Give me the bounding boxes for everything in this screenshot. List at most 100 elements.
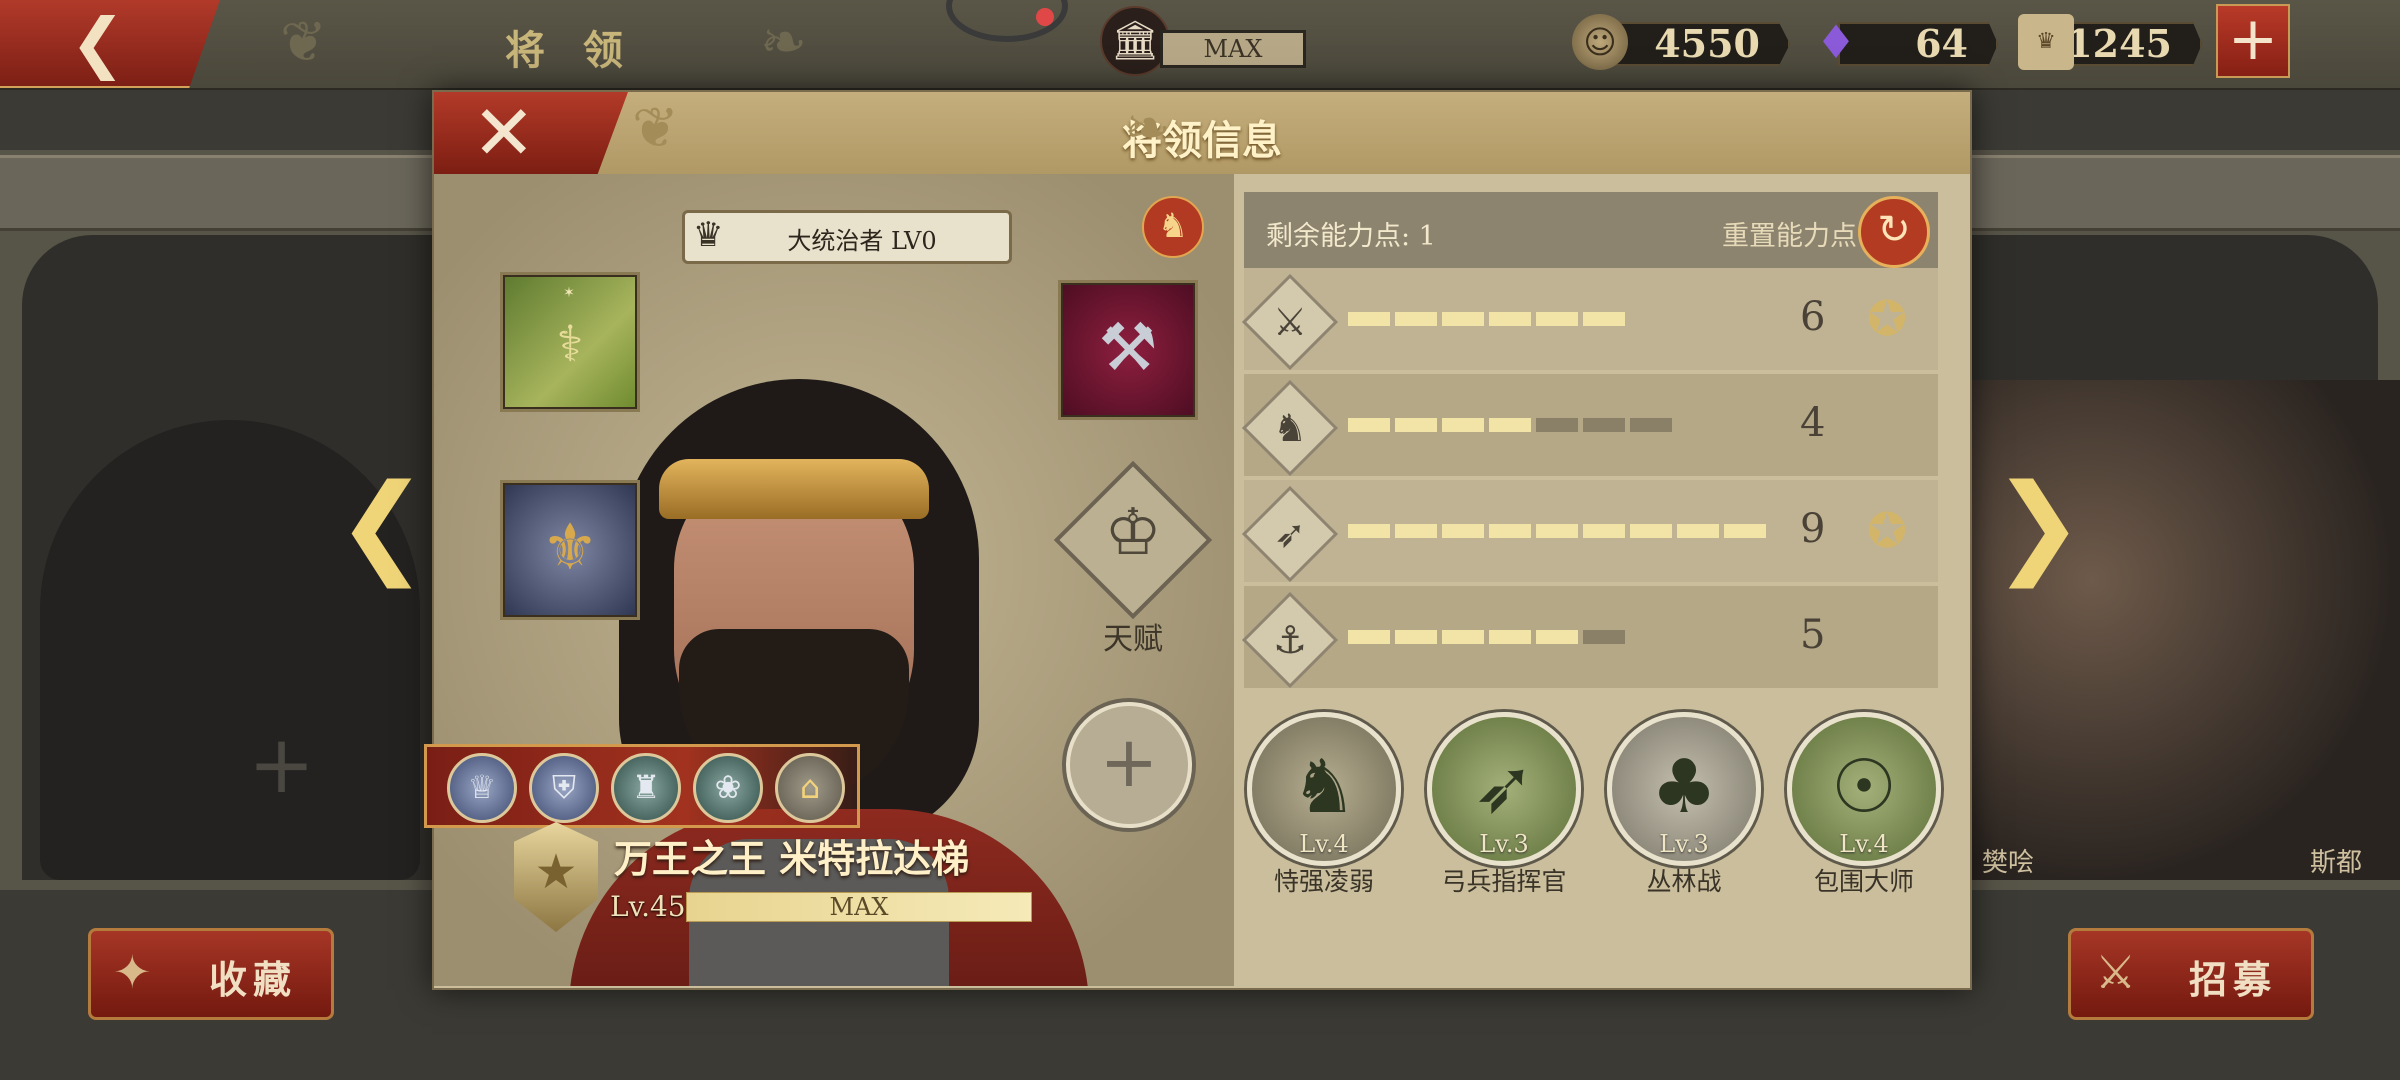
coin-icon: ☺	[1572, 14, 1628, 70]
close-icon: ✕	[472, 88, 536, 177]
stat-value: 4	[1800, 400, 1826, 446]
stat-row[interactable]: ➶ 9 ✪	[1241, 480, 1938, 583]
stat-bar-segment-empty	[1583, 630, 1625, 644]
stat-bar-segment-filled	[1348, 630, 1390, 644]
equipment-weapon-slot[interactable]: ⚒	[1058, 280, 1198, 420]
lion-crown-icon	[659, 459, 929, 519]
stat-bar-segment-filled	[1348, 312, 1390, 326]
eagle-emblem-icon[interactable]: ♕	[447, 753, 517, 823]
stat-bar-segment-filled	[1395, 524, 1437, 538]
skill-medal[interactable]: ♣ Lv.3 丛林战	[1594, 712, 1774, 912]
shield-emblem-icon[interactable]: ⛨	[529, 753, 599, 823]
close-button[interactable]: ✕	[434, 92, 628, 176]
stat-bar-segment-filled	[1348, 524, 1390, 538]
equipment-eagle-slot[interactable]: ⚜	[500, 480, 640, 620]
stat-bar-segment-filled	[1442, 630, 1484, 644]
helmet-emblem-icon[interactable]: ♜	[611, 753, 681, 823]
stat-bar-segment-filled	[1489, 630, 1531, 644]
reset-points-button[interactable]: ↻	[1858, 196, 1930, 268]
bow-icon: ➶	[1274, 512, 1306, 556]
title-badge[interactable]: ♛ 大统治者 LV0	[682, 210, 1012, 264]
swap-hero-icon[interactable]: ♞	[1142, 196, 1204, 258]
skill-level: Lv.4	[1839, 830, 1889, 858]
hero-xp-text: MAX	[829, 893, 889, 921]
hero-level: Lv.45	[610, 890, 686, 923]
skill-medal[interactable]: ➶ Lv.3 弓兵指挥官	[1414, 712, 1594, 912]
anchor-icon: ⚓	[1272, 618, 1308, 662]
eagle-standard-icon: ⚜	[541, 511, 599, 585]
stat-row[interactable]: ⚔ 6 ✪	[1241, 268, 1938, 371]
stat-value: 5	[1800, 612, 1826, 658]
stat-bar-segment-filled	[1630, 524, 1672, 538]
stat-bar-segment-filled	[1395, 630, 1437, 644]
side-hero-name: 斯都	[2310, 848, 2363, 878]
stat-bar-segment-empty	[1630, 418, 1672, 432]
talent-label: 天赋	[1103, 622, 1163, 657]
back-button[interactable]: ❮	[0, 0, 220, 88]
stat-bar-segment-filled	[1536, 630, 1578, 644]
stat-icon-frame: ➶	[1241, 485, 1339, 583]
add-hero-icon: +	[248, 718, 316, 811]
stat-icon-frame: ♞	[1241, 379, 1339, 477]
hero-xp-bar: MAX	[686, 892, 1032, 922]
side-hero-portraits[interactable]	[1960, 380, 2400, 880]
hero-info-dialog: ❦ 将领信息 ❧ ✕ ♛ 大统治者 LV0 ♞ ✶ ⚕ ⚜ ⚒ ♔ 天赋 + ♕	[424, 90, 1972, 990]
stat-bar-segment-filled	[1583, 312, 1625, 326]
refresh-icon: ↻	[1877, 207, 1911, 253]
stat-bar-segment-filled	[1489, 418, 1531, 432]
laurel-emblem-icon[interactable]: ❀	[693, 753, 763, 823]
museum-capacity[interactable]: 🏛 MAX	[1100, 6, 1306, 76]
skill-name: 恃强凌弱	[1273, 867, 1374, 896]
spqr-resource[interactable]: 1245 ♛	[2018, 14, 2202, 74]
favorite-label: 收藏	[209, 957, 298, 1002]
laurel-right-icon: ❧	[1124, 96, 1171, 161]
helmet-plus-icon: ⚔	[2095, 945, 2137, 999]
lock-icon[interactable]: ⌂	[775, 753, 845, 823]
side-hero-name: 樊哙	[1982, 848, 2035, 878]
stat-value: 6	[1800, 294, 1826, 340]
hero-name: 万王之王 米特拉达梯	[614, 836, 970, 881]
eagle-icon: ✦	[113, 945, 152, 999]
skill-medal[interactable]: ☉ Lv.4 包围大师	[1774, 712, 1954, 912]
coin-value: 4550	[1654, 21, 1760, 66]
next-hero-arrow-icon[interactable]: ❯	[1992, 460, 2084, 588]
stat-bar-segment-filled	[1348, 418, 1390, 432]
recruit-button[interactable]: ⚔ 招募	[2068, 928, 2314, 1020]
favorite-button[interactable]: ✦ 收藏	[88, 928, 334, 1020]
stat-row[interactable]: ♞ 4	[1241, 374, 1938, 477]
skill-level: Lv.4	[1299, 830, 1349, 858]
museum-value: MAX	[1160, 30, 1306, 68]
talent-button[interactable]: ♔ 天赋	[1053, 460, 1213, 657]
caduceus-icon: ⚕	[556, 315, 584, 373]
stat-bar-segment-filled	[1489, 312, 1531, 326]
stat-icon-frame: ⚔	[1241, 273, 1339, 371]
banner-caption-icon: ✶	[563, 285, 577, 301]
recruit-label: 招募	[2189, 957, 2278, 1002]
skill-coin-strip: ♕ ⛨ ♜ ❀ ⌂	[424, 744, 860, 828]
skill-level: Lv.3	[1659, 830, 1709, 858]
add-resource-button[interactable]: +	[2216, 4, 2290, 78]
coin-resource[interactable]: 4550 ☺	[1572, 14, 1790, 74]
stat-bar-segment-filled	[1536, 524, 1578, 538]
stat-bar-segment-filled	[1489, 524, 1531, 538]
star-medal-icon: ✪	[1866, 291, 1908, 347]
skill-name: 丛林战	[1646, 867, 1722, 896]
talent-crown-sword-icon: ♔	[1104, 496, 1162, 570]
equipment-banner-slot[interactable]: ✶ ⚕	[500, 272, 640, 412]
add-slot-button[interactable]: +	[1066, 702, 1192, 828]
gem-resource[interactable]: 64 ♦	[1808, 14, 1998, 74]
horse-icon: ♞	[1272, 406, 1308, 450]
star-medal-icon: ✪	[1866, 503, 1908, 559]
skill-medal[interactable]: ♞ Lv.4 恃强凌弱	[1234, 712, 1414, 912]
stat-bar-segment-filled	[1583, 524, 1625, 538]
prev-hero-arrow-icon[interactable]: ❮	[336, 460, 428, 588]
stat-bar-segment-filled	[1677, 524, 1719, 538]
stat-icon-frame: ⚓	[1241, 591, 1339, 689]
skill-name: 弓兵指挥官	[1441, 867, 1567, 896]
stat-row[interactable]: ⚓ 5	[1241, 586, 1938, 689]
reset-points-label: 重置能力点	[1722, 221, 1857, 252]
stat-bar-segment-filled	[1395, 312, 1437, 326]
remaining-points-label: 剩余能力点: 1	[1266, 221, 1436, 252]
ability-points-header: 剩余能力点: 1 重置能力点 ↻	[1244, 192, 1938, 268]
stat-bar-segment-filled	[1724, 524, 1766, 538]
